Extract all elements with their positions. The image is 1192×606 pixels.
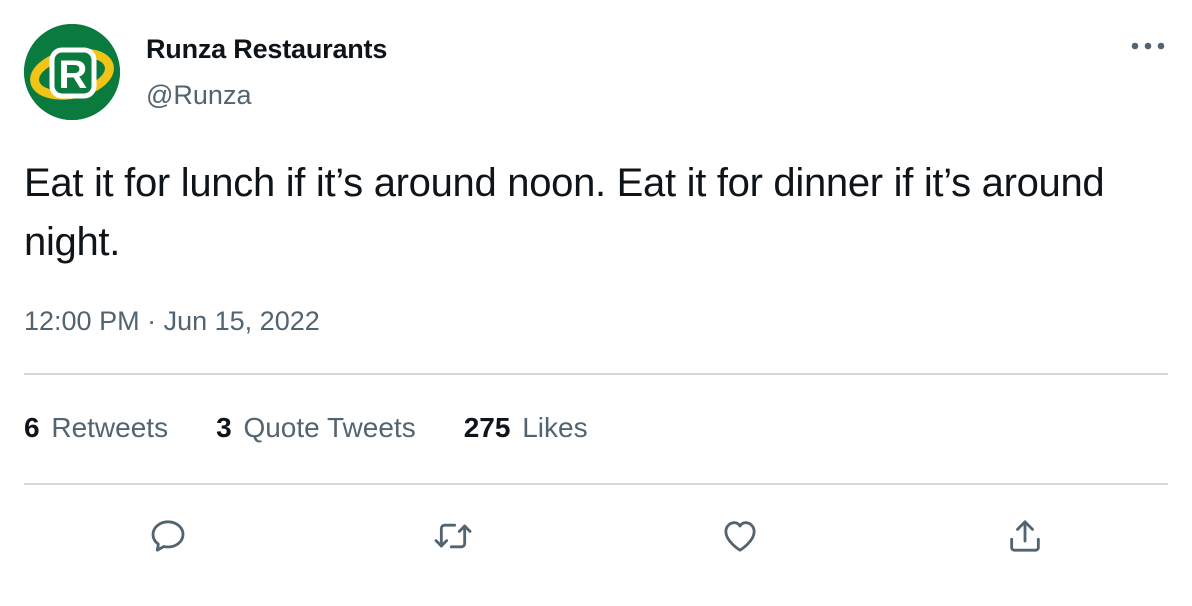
- retweets-stat[interactable]: 6 Retweets: [24, 412, 168, 444]
- avatar[interactable]: R: [24, 24, 120, 120]
- timestamp-separator: ·: [147, 306, 157, 336]
- like-button[interactable]: [716, 512, 764, 560]
- runza-logo-icon: R: [24, 24, 120, 120]
- likes-label: Likes: [522, 412, 588, 443]
- tweet-stats: 6 Retweets 3 Quote Tweets 275 Likes: [24, 412, 636, 444]
- reply-button[interactable]: [144, 512, 192, 560]
- divider-top: [24, 373, 1168, 375]
- tweet-card: R Runza Restaurants @Runza Eat it for lu…: [0, 0, 1192, 606]
- author-handle[interactable]: @Runza: [146, 80, 251, 111]
- tweet-timestamp: 12:00 PM · Jun 15, 2022: [24, 306, 320, 337]
- divider-bottom: [24, 483, 1168, 485]
- author-display-name[interactable]: Runza Restaurants: [146, 34, 387, 65]
- quote-tweets-count: 3: [216, 412, 232, 443]
- share-icon: [1010, 520, 1040, 552]
- likes-stat[interactable]: 275 Likes: [464, 412, 588, 444]
- share-button[interactable]: [1001, 512, 1049, 560]
- retweet-icon: [434, 523, 472, 549]
- quote-tweets-label: Quote Tweets: [243, 412, 416, 443]
- tweet-time[interactable]: 12:00 PM: [24, 306, 140, 336]
- retweets-label: Retweets: [51, 412, 169, 443]
- more-dots-icon: [1131, 42, 1165, 50]
- logo-letter: R: [59, 53, 88, 97]
- reply-icon: [151, 520, 185, 552]
- more-options-button[interactable]: [1126, 28, 1170, 64]
- likes-count: 275: [463, 412, 511, 443]
- quote-tweets-stat[interactable]: 3 Quote Tweets: [216, 412, 416, 444]
- tweet-text: Eat it for lunch if it’s around noon. Ea…: [24, 161, 1105, 264]
- retweets-count: 6: [24, 412, 40, 443]
- heart-icon: [724, 521, 756, 552]
- tweet-date[interactable]: Jun 15, 2022: [164, 306, 320, 336]
- retweet-button[interactable]: [429, 512, 477, 560]
